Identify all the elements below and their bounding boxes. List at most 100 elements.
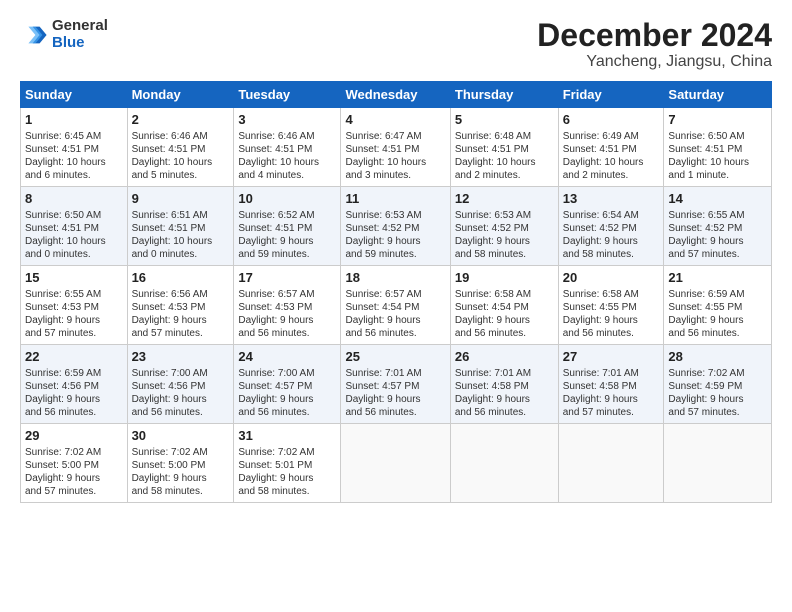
day-number: 28 xyxy=(668,349,767,366)
day-number: 10 xyxy=(238,191,336,208)
day-number: 9 xyxy=(132,191,230,208)
calendar-cell: 30Sunrise: 7:02 AMSunset: 5:00 PMDayligh… xyxy=(127,423,234,502)
day-info: Sunset: 4:54 PM xyxy=(345,302,419,313)
day-info: Daylight: 9 hours xyxy=(25,394,100,405)
day-info: Sunrise: 7:00 AM xyxy=(132,368,208,379)
day-number: 25 xyxy=(345,349,445,366)
day-info: Sunset: 4:52 PM xyxy=(455,223,529,234)
day-number: 1 xyxy=(25,112,123,129)
day-info: and 58 minutes. xyxy=(563,249,634,260)
day-number: 23 xyxy=(132,349,230,366)
day-info: Daylight: 10 hours xyxy=(345,157,426,168)
day-info: Daylight: 9 hours xyxy=(132,315,207,326)
day-info: Sunset: 5:00 PM xyxy=(25,460,99,471)
calendar-week-4: 22Sunrise: 6:59 AMSunset: 4:56 PMDayligh… xyxy=(21,344,772,423)
day-info: and 56 minutes. xyxy=(25,407,96,418)
day-info: Sunrise: 6:48 AM xyxy=(455,131,531,142)
day-info: Sunrise: 6:46 AM xyxy=(132,131,208,142)
calendar-cell: 22Sunrise: 6:59 AMSunset: 4:56 PMDayligh… xyxy=(21,344,128,423)
day-number: 2 xyxy=(132,112,230,129)
calendar-cell: 10Sunrise: 6:52 AMSunset: 4:51 PMDayligh… xyxy=(234,187,341,266)
day-info: Sunrise: 6:55 AM xyxy=(25,289,101,300)
calendar-cell xyxy=(664,423,772,502)
page: General Blue December 2024 Yancheng, Jia… xyxy=(0,0,792,612)
day-info: Sunrise: 6:54 AM xyxy=(563,210,639,221)
day-number: 29 xyxy=(25,428,123,445)
day-info: Daylight: 9 hours xyxy=(132,473,207,484)
calendar-cell: 17Sunrise: 6:57 AMSunset: 4:53 PMDayligh… xyxy=(234,265,341,344)
day-info: Daylight: 10 hours xyxy=(563,157,644,168)
day-info: Sunrise: 7:01 AM xyxy=(563,368,639,379)
month-title: December 2024 xyxy=(537,18,772,53)
day-info: Daylight: 9 hours xyxy=(238,315,313,326)
calendar-cell: 25Sunrise: 7:01 AMSunset: 4:57 PMDayligh… xyxy=(341,344,450,423)
day-info: and 56 minutes. xyxy=(238,407,309,418)
day-info: Daylight: 9 hours xyxy=(563,236,638,247)
col-friday: Friday xyxy=(558,82,664,108)
day-info: and 3 minutes. xyxy=(345,170,411,181)
day-info: and 58 minutes. xyxy=(455,249,526,260)
day-info: Sunset: 4:53 PM xyxy=(25,302,99,313)
day-info: Daylight: 9 hours xyxy=(563,315,638,326)
logo-text: General Blue xyxy=(52,18,108,51)
day-number: 31 xyxy=(238,428,336,445)
day-info: Sunset: 4:53 PM xyxy=(132,302,206,313)
day-info: Sunset: 4:57 PM xyxy=(238,381,312,392)
day-info: Sunrise: 6:50 AM xyxy=(668,131,744,142)
day-info: Sunrise: 6:55 AM xyxy=(668,210,744,221)
location-title: Yancheng, Jiangsu, China xyxy=(537,53,772,71)
calendar-cell: 24Sunrise: 7:00 AMSunset: 4:57 PMDayligh… xyxy=(234,344,341,423)
day-info: Sunset: 4:51 PM xyxy=(25,223,99,234)
day-info: and 56 minutes. xyxy=(345,407,416,418)
day-number: 7 xyxy=(668,112,767,129)
logo-blue: Blue xyxy=(52,34,85,51)
day-info: Daylight: 9 hours xyxy=(25,315,100,326)
day-info: and 0 minutes. xyxy=(25,249,91,260)
calendar-cell: 6Sunrise: 6:49 AMSunset: 4:51 PMDaylight… xyxy=(558,108,664,187)
day-number: 19 xyxy=(455,270,554,287)
day-info: Sunrise: 6:57 AM xyxy=(345,289,421,300)
day-info: Sunrise: 7:01 AM xyxy=(345,368,421,379)
calendar-cell xyxy=(450,423,558,502)
day-info: Sunrise: 6:59 AM xyxy=(668,289,744,300)
calendar-cell: 14Sunrise: 6:55 AMSunset: 4:52 PMDayligh… xyxy=(664,187,772,266)
day-info: Daylight: 10 hours xyxy=(668,157,749,168)
calendar-cell: 18Sunrise: 6:57 AMSunset: 4:54 PMDayligh… xyxy=(341,265,450,344)
calendar-week-5: 29Sunrise: 7:02 AMSunset: 5:00 PMDayligh… xyxy=(21,423,772,502)
calendar-cell: 21Sunrise: 6:59 AMSunset: 4:55 PMDayligh… xyxy=(664,265,772,344)
col-thursday: Thursday xyxy=(450,82,558,108)
day-info: Daylight: 10 hours xyxy=(132,236,213,247)
day-info: and 56 minutes. xyxy=(455,407,526,418)
calendar-cell: 4Sunrise: 6:47 AMSunset: 4:51 PMDaylight… xyxy=(341,108,450,187)
day-info: Sunset: 4:51 PM xyxy=(668,144,742,155)
day-info: Daylight: 9 hours xyxy=(345,236,420,247)
day-info: and 6 minutes. xyxy=(25,170,91,181)
calendar-table: Sunday Monday Tuesday Wednesday Thursday… xyxy=(20,81,772,502)
day-info: Sunset: 4:52 PM xyxy=(563,223,637,234)
day-number: 27 xyxy=(563,349,660,366)
col-wednesday: Wednesday xyxy=(341,82,450,108)
day-info: Sunset: 4:54 PM xyxy=(455,302,529,313)
day-number: 22 xyxy=(25,349,123,366)
day-info: Sunset: 4:58 PM xyxy=(563,381,637,392)
day-info: Sunset: 4:51 PM xyxy=(132,144,206,155)
day-info: and 56 minutes. xyxy=(668,328,739,339)
calendar-cell: 9Sunrise: 6:51 AMSunset: 4:51 PMDaylight… xyxy=(127,187,234,266)
day-info: and 2 minutes. xyxy=(563,170,629,181)
day-info: Sunrise: 6:45 AM xyxy=(25,131,101,142)
day-number: 11 xyxy=(345,191,445,208)
col-tuesday: Tuesday xyxy=(234,82,341,108)
day-info: Daylight: 9 hours xyxy=(668,394,743,405)
day-info: Sunset: 4:51 PM xyxy=(345,144,419,155)
calendar-cell: 16Sunrise: 6:56 AMSunset: 4:53 PMDayligh… xyxy=(127,265,234,344)
calendar-week-2: 8Sunrise: 6:50 AMSunset: 4:51 PMDaylight… xyxy=(21,187,772,266)
calendar-week-3: 15Sunrise: 6:55 AMSunset: 4:53 PMDayligh… xyxy=(21,265,772,344)
day-info: and 58 minutes. xyxy=(238,486,309,497)
day-info: and 4 minutes. xyxy=(238,170,304,181)
day-info: Sunset: 4:52 PM xyxy=(345,223,419,234)
day-number: 14 xyxy=(668,191,767,208)
day-info: Sunset: 4:55 PM xyxy=(668,302,742,313)
calendar-cell: 5Sunrise: 6:48 AMSunset: 4:51 PMDaylight… xyxy=(450,108,558,187)
day-info: Daylight: 9 hours xyxy=(25,473,100,484)
day-info: and 2 minutes. xyxy=(455,170,521,181)
